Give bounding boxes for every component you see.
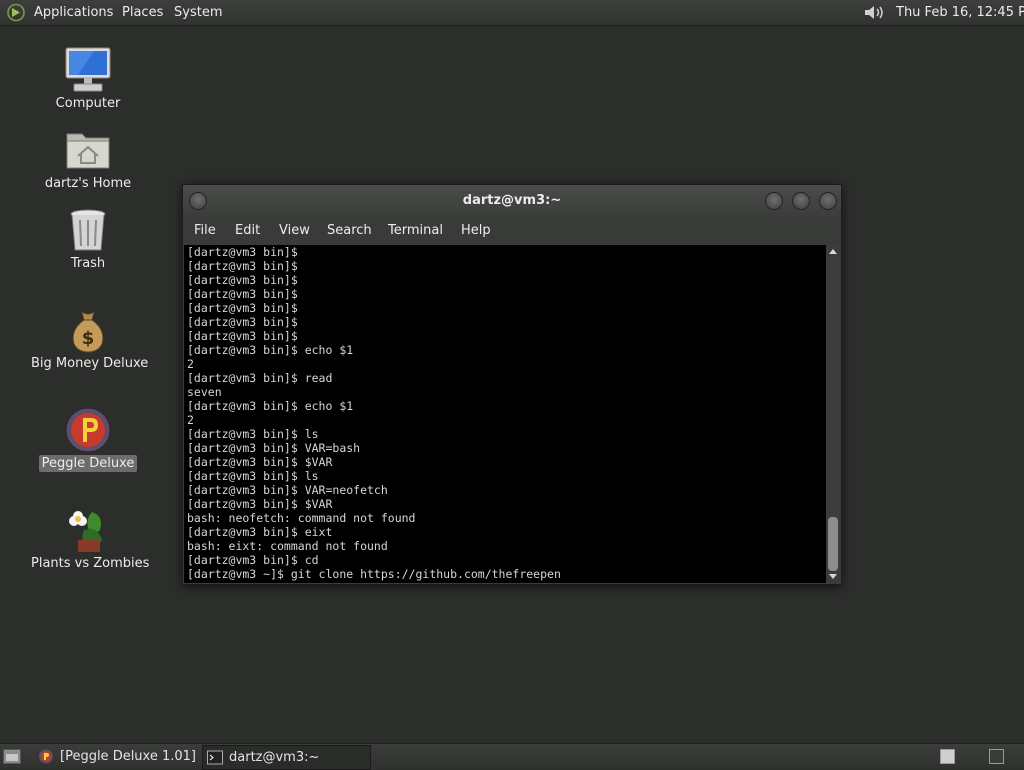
terminal-line: 2 xyxy=(187,357,194,371)
terminal-line: [dartz@vm3 bin]$ eixt xyxy=(187,525,333,539)
menu-applications[interactable]: Applications xyxy=(34,0,113,25)
menu-file[interactable]: File xyxy=(194,217,216,245)
desktop-icon-label: dartz's Home xyxy=(44,176,132,191)
terminal-line: [dartz@vm3 ~]$ git clone https://github.… xyxy=(187,567,561,581)
trash-can-icon xyxy=(70,209,106,251)
svg-text:$: $ xyxy=(82,328,95,349)
terminal-window: dartz@vm3:~ File Edit View Search Termin… xyxy=(182,184,842,585)
terminal-line: [dartz@vm3 bin]$ read xyxy=(187,371,333,385)
peggle-ball-icon xyxy=(65,407,111,453)
terminal-line: 2 xyxy=(187,413,194,427)
desktop-icon-label: Peggle Deluxe xyxy=(38,455,138,472)
terminal-line: [dartz@vm3 bin]$ xyxy=(187,315,298,329)
home-folder-icon xyxy=(66,133,110,169)
terminal-output[interactable]: [dartz@vm3 bin]$ [dartz@vm3 bin]$ [dartz@v… xyxy=(184,245,826,583)
terminal-line: [dartz@vm3 bin]$ xyxy=(187,259,298,273)
terminal-line: bash: eixt: command not found xyxy=(187,539,388,553)
terminal-line: [dartz@vm3 bin]$ ls xyxy=(187,469,319,483)
terminal-line: [dartz@vm3 bin]$ xyxy=(187,287,298,301)
terminal-line: [dartz@vm3 bin]$ $VAR xyxy=(187,455,333,469)
terminal-line: [dartz@vm3 bin]$ $VAR xyxy=(187,497,333,511)
workspace-1[interactable] xyxy=(940,749,955,764)
flower-plant-icon xyxy=(69,511,102,552)
taskbar-peggle[interactable]: [Peggle Deluxe 1.01] xyxy=(34,745,196,768)
close-button[interactable] xyxy=(819,192,837,210)
menu-system[interactable]: System xyxy=(174,0,222,25)
menu-help[interactable]: Help xyxy=(461,217,491,245)
speaker-volume-icon[interactable] xyxy=(862,3,888,22)
terminal-icon xyxy=(207,750,223,765)
maximize-button[interactable] xyxy=(792,192,810,210)
gnome-foot-icon[interactable] xyxy=(6,3,26,22)
minimize-button[interactable] xyxy=(765,192,783,210)
menu-places[interactable]: Places xyxy=(122,0,163,25)
window-titlebar[interactable]: dartz@vm3:~ xyxy=(183,185,841,217)
terminal-line: [dartz@vm3 bin]$ xyxy=(187,245,298,259)
desktop-icon-label: Computer xyxy=(55,96,121,111)
terminal-line: [dartz@vm3 bin]$ xyxy=(187,273,298,287)
terminal-line: [dartz@vm3 bin]$ xyxy=(187,329,298,343)
menu-edit[interactable]: Edit xyxy=(235,217,260,245)
show-desktop-icon[interactable] xyxy=(3,749,21,764)
terminal-line: [dartz@vm3 bin]$ echo $1 xyxy=(187,343,354,357)
terminal-line: [dartz@vm3 bin]$ VAR=neofetch xyxy=(187,483,388,497)
desktop-icon-label: Trash xyxy=(70,256,106,271)
terminal-line: [dartz@vm3 bin]$ ls xyxy=(187,427,319,441)
menu-terminal[interactable]: Terminal xyxy=(388,217,443,245)
terminal-line: [dartz@vm3 bin]$ VAR=bash xyxy=(187,441,361,455)
computer-monitor-icon xyxy=(65,47,111,92)
taskbar-terminal[interactable]: dartz@vm3:~ xyxy=(202,745,371,770)
menu-view[interactable]: View xyxy=(279,217,310,245)
money-bag-icon: $ xyxy=(72,310,104,353)
terminal-line: [dartz@vm3 bin]$ cd xyxy=(187,553,319,567)
bottom-panel: [Peggle Deluxe 1.01] dartz@vm3:~ xyxy=(0,743,1024,770)
peggle-ball-icon xyxy=(39,749,53,764)
desktop-icon-label: Plants vs Zombies xyxy=(31,556,150,571)
scroll-down-arrow-icon[interactable] xyxy=(829,574,837,579)
workspace-2[interactable] xyxy=(989,749,1004,764)
taskbar-label: [Peggle Deluxe 1.01] xyxy=(60,749,196,764)
terminal-line: bash: neofetch: command not found xyxy=(187,511,416,525)
clock[interactable]: Thu Feb 16, 12:45 PM xyxy=(896,0,1024,25)
taskbar-label: dartz@vm3:~ xyxy=(229,750,320,765)
desktop-icon-label: Big Money Deluxe xyxy=(31,356,149,371)
terminal-line: seven xyxy=(187,385,222,399)
menu-search[interactable]: Search xyxy=(327,217,372,245)
scroll-up-arrow-icon[interactable] xyxy=(829,249,837,254)
scrollbar-thumb[interactable] xyxy=(828,517,838,571)
terminal-scrollbar[interactable] xyxy=(826,245,840,583)
terminal-line: [dartz@vm3 bin]$ xyxy=(187,301,298,315)
terminal-line: [dartz@vm3 bin]$ echo $1 xyxy=(187,399,354,413)
top-panel: Applications Places System Thu Feb 16, 1… xyxy=(0,0,1024,26)
terminal-menubar: File Edit View Search Terminal Help xyxy=(183,217,841,245)
window-title: dartz@vm3:~ xyxy=(462,193,562,208)
